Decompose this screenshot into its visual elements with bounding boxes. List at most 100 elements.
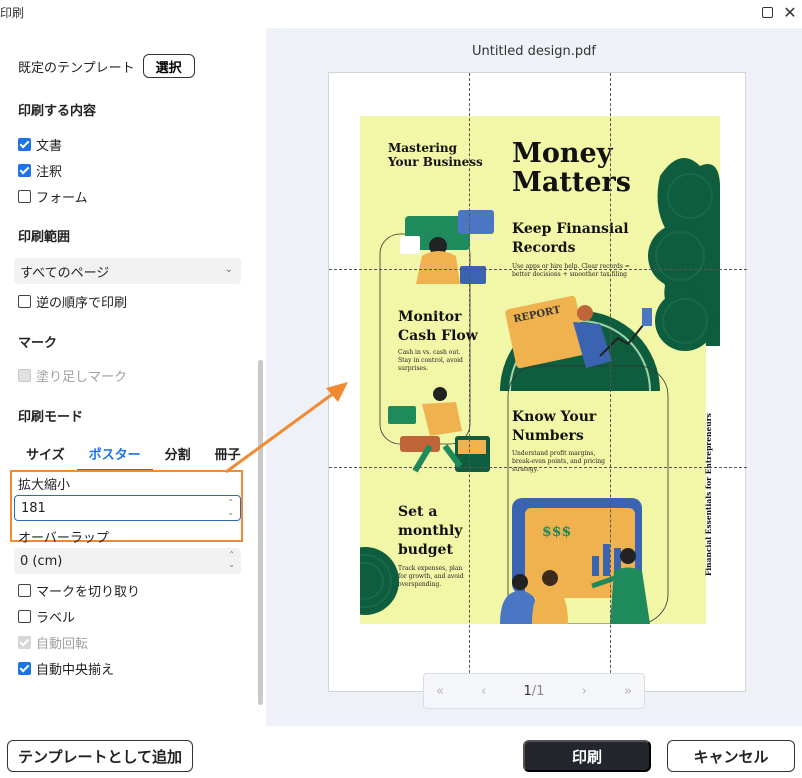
poster-set-3: budget [398, 542, 453, 558]
scale-value: 181 [21, 500, 46, 516]
range-select[interactable]: すべてのページ ⌄ [14, 258, 241, 284]
last-page-icon[interactable]: » [624, 684, 632, 699]
poster-keep-1: Keep Finansial [512, 221, 629, 237]
scale-input[interactable]: 181 ⌃ ⌄ [14, 495, 241, 521]
tab-split[interactable]: 分割 [153, 440, 203, 471]
poster-mastering: Mastering [388, 141, 458, 155]
tile-line [610, 73, 611, 693]
poster-image: Mastering Your Business Money Matters Ke… [360, 116, 720, 624]
tile-line [469, 73, 470, 693]
current-page[interactable]: 1 [524, 684, 532, 699]
settings-panel: 既定のテンプレート 選択 印刷する内容 文書 注釈 フォーム 印刷範囲 すべての… [0, 28, 266, 728]
checkbox-auto-center[interactable]: 自動中央揃え [18, 659, 114, 678]
print-button[interactable]: 印刷 [523, 740, 651, 772]
checkbox-cut-marks[interactable]: マークを切り取り [18, 581, 140, 600]
range-value: すべてのページ [20, 265, 110, 281]
poster-set-desc-3: overspending. [398, 581, 441, 588]
page-indicator: 1/1 [524, 684, 545, 699]
add-as-template-button[interactable]: テンプレートとして追加 [7, 740, 193, 772]
poster-set-1: Set a [398, 504, 437, 520]
poster-set-desc-2: for growth, and avoid [398, 573, 464, 580]
checkbox-label: 自動回転 [36, 637, 89, 652]
checkbox-label: 塗り足しマーク [36, 370, 128, 385]
checkbox-label: 自動中央揃え [36, 663, 115, 678]
poster-monitor-desc-3: surprises. [398, 365, 428, 372]
page-navigator: « ‹ 1/1 › » [423, 673, 645, 709]
poster-monitor-2: Cash Flow [398, 328, 479, 344]
close-button[interactable]: ✕ [780, 2, 800, 22]
overlap-label: オーバーラップ [18, 531, 109, 546]
prev-page-icon[interactable]: ‹ [481, 684, 486, 699]
checkbox-label: 逆の順序で印刷 [36, 296, 128, 311]
checkbox-icon[interactable] [18, 610, 31, 623]
first-page-icon[interactable]: « [436, 684, 444, 699]
stepper-arrows-icon[interactable]: ⌃ ⌄ [228, 550, 235, 570]
stepper-arrows-icon[interactable]: ⌃ ⌄ [227, 498, 234, 518]
overlap-input[interactable]: 0 (cm) ⌃ ⌄ [14, 548, 241, 574]
checkbox-icon[interactable] [18, 138, 31, 151]
tile-line [329, 269, 747, 270]
tab-size[interactable]: サイズ [14, 440, 77, 471]
poster-dollars: $$$ [542, 524, 571, 540]
poster-monitor-desc-2: Stay in control, avoid [398, 357, 463, 364]
mode-tabs: サイズ ポスター 分割 冊子 [14, 440, 253, 471]
template-label: 既定のテンプレート [18, 60, 135, 76]
poster-keep-2: Records [512, 240, 576, 256]
poster-know-1: Know Your [512, 409, 597, 425]
poster-set-desc-1: Track expenses, plan [398, 565, 462, 572]
maximize-icon [761, 6, 773, 18]
marks-heading: マーク [18, 336, 58, 351]
overlap-value: 0 (cm) [20, 553, 63, 569]
checkbox-label-option[interactable]: ラベル [18, 607, 75, 626]
window-title: 印刷 [0, 6, 25, 20]
content-heading: 印刷する内容 [18, 104, 97, 119]
poster-monitor-desc-1: Cash in vs. cash out. [398, 349, 461, 356]
tile-line [329, 467, 747, 468]
checkbox-label: 注釈 [36, 165, 63, 180]
checkbox-label: 文書 [36, 139, 63, 154]
checkbox-label: ラベル [36, 611, 76, 626]
poster-monitor-1: Monitor [398, 309, 462, 325]
scale-label: 拡大縮小 [18, 478, 71, 493]
checkbox-icon[interactable] [18, 662, 31, 675]
scrollbar[interactable] [258, 360, 263, 705]
print-dialog: 印刷 ✕ 既定のテンプレート 選択 印刷する内容 文書 注釈 フォーム 印刷範囲… [0, 0, 802, 778]
tab-poster[interactable]: ポスター [76, 440, 153, 471]
checkbox-forms[interactable]: フォーム [18, 187, 88, 206]
tab-booklet[interactable]: 冊子 [203, 440, 253, 471]
poster-know-desc-2: break-even points, and pricing [512, 458, 605, 465]
title-bar: 印刷 ✕ [0, 0, 802, 24]
checkbox-icon[interactable] [18, 190, 31, 203]
document-name: Untitled design.pdf [472, 44, 596, 59]
checkbox-icon[interactable] [18, 584, 31, 597]
total-pages: /1 [531, 683, 545, 699]
checkbox-auto-rotate: 自動回転 [18, 633, 88, 652]
checkbox-bleed-marks: 塗り足しマーク [18, 366, 127, 385]
checkbox-label: マークを切り取り [36, 585, 141, 600]
maximize-button[interactable] [757, 2, 777, 22]
checkbox-icon[interactable] [18, 164, 31, 177]
checkbox-label: フォーム [36, 191, 88, 206]
checkbox-document[interactable]: 文書 [18, 135, 62, 154]
template-row: 既定のテンプレート 選択 [18, 54, 195, 78]
next-page-icon[interactable]: › [582, 684, 587, 699]
poster-side-title: Financial Essentials for Entrepreneurs [704, 413, 713, 576]
poster-set-2: monthly [398, 523, 463, 539]
poster-matters: Matters [512, 167, 631, 198]
range-heading: 印刷範囲 [18, 230, 71, 245]
cancel-button[interactable]: キャンセル [667, 740, 795, 772]
poster-know-desc-1: Understand profit margins, [512, 450, 595, 457]
poster-know-2: Numbers [512, 428, 584, 444]
preview-page: Mastering Your Business Money Matters Ke… [328, 72, 747, 693]
poster-money: Money [512, 138, 614, 169]
close-icon: ✕ [783, 2, 797, 22]
checkbox-icon [18, 636, 31, 649]
preview-panel: Untitled design.pdf Mastering Your Busin… [266, 28, 802, 726]
checkbox-icon[interactable] [18, 295, 31, 308]
select-template-button[interactable]: 選択 [142, 54, 195, 78]
checkbox-icon [18, 369, 31, 382]
checkbox-reverse-order[interactable]: 逆の順序で印刷 [18, 292, 127, 311]
mode-heading: 印刷モード [18, 410, 84, 425]
checkbox-annotations[interactable]: 注釈 [18, 161, 62, 180]
chevron-down-icon: ⌄ [224, 264, 233, 275]
